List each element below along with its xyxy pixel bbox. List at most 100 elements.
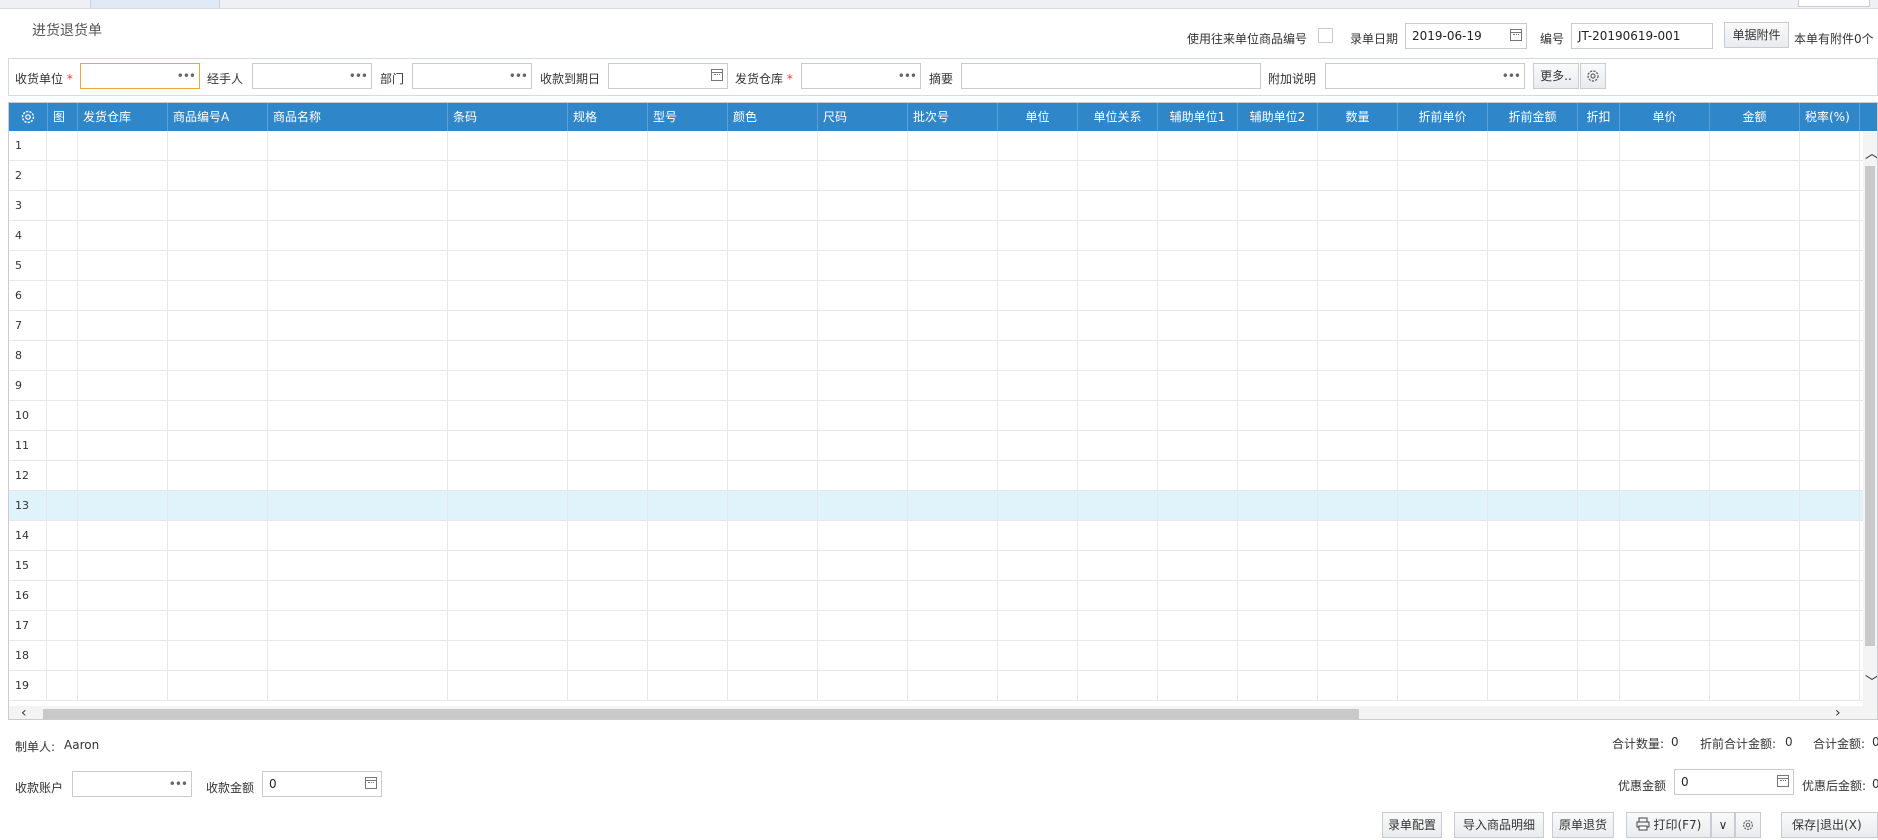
grid-cell[interactable] <box>1078 581 1158 611</box>
grid-cell[interactable] <box>1488 371 1578 401</box>
table-row[interactable]: 8 <box>9 341 1864 371</box>
grid-cell[interactable] <box>48 221 78 251</box>
print-dropdown-button[interactable]: ∨ <box>1711 812 1735 838</box>
grid-cell[interactable] <box>268 341 448 371</box>
attachment-button[interactable]: 单据附件 <box>1724 22 1789 48</box>
grid-cell[interactable] <box>168 521 268 551</box>
grid-cell[interactable] <box>998 221 1078 251</box>
grid-cell[interactable] <box>1078 251 1158 281</box>
grid-cell[interactable] <box>1710 341 1800 371</box>
grid-cell[interactable] <box>168 311 268 341</box>
grid-cell[interactable] <box>728 581 818 611</box>
column-header[interactable]: 颜色 <box>728 103 818 131</box>
grid-cell[interactable] <box>1238 191 1318 221</box>
tab-active[interactable] <box>90 0 220 8</box>
grid-cell[interactable] <box>1620 641 1710 671</box>
vertical-scroll-thumb[interactable] <box>1865 166 1875 646</box>
grid-cell[interactable] <box>1158 671 1238 701</box>
grid-cell[interactable] <box>48 551 78 581</box>
grid-cell[interactable] <box>1078 671 1158 701</box>
grid-cell[interactable] <box>448 131 568 161</box>
grid-cell[interactable] <box>728 371 818 401</box>
grid-cell[interactable] <box>998 641 1078 671</box>
column-header[interactable]: 辅助单位1 <box>1158 103 1238 131</box>
grid-cell[interactable] <box>648 671 728 701</box>
grid-cell[interactable] <box>1620 551 1710 581</box>
scroll-right-icon[interactable]: › <box>1835 706 1841 719</box>
grid-cell[interactable] <box>1620 401 1710 431</box>
grid-cell[interactable] <box>998 431 1078 461</box>
grid-cell[interactable] <box>648 281 728 311</box>
grid-cell[interactable] <box>818 191 908 221</box>
grid-cell[interactable] <box>1398 461 1488 491</box>
grid-cell[interactable] <box>1710 581 1800 611</box>
handler-input[interactable]: ••• <box>252 63 372 89</box>
grid-cell[interactable] <box>78 461 168 491</box>
table-row[interactable]: 9 <box>9 371 1864 401</box>
grid-cell[interactable] <box>648 311 728 341</box>
grid-cell[interactable] <box>1158 311 1238 341</box>
grid-cell[interactable] <box>1620 671 1710 701</box>
grid-cell[interactable] <box>908 191 998 221</box>
grid-cell[interactable] <box>78 521 168 551</box>
grid-cell[interactable] <box>818 161 908 191</box>
grid-cell[interactable] <box>648 161 728 191</box>
grid-cell[interactable] <box>48 281 78 311</box>
grid-cell[interactable] <box>728 491 818 521</box>
grid-cell[interactable] <box>648 371 728 401</box>
warehouse-input[interactable]: ••• <box>801 63 921 89</box>
grid-cell[interactable] <box>648 521 728 551</box>
grid-cell[interactable] <box>998 491 1078 521</box>
grid-cell[interactable] <box>168 461 268 491</box>
grid-cell[interactable] <box>908 251 998 281</box>
grid-cell[interactable] <box>48 671 78 701</box>
grid-cell[interactable] <box>908 131 998 161</box>
grid-cell[interactable] <box>1238 161 1318 191</box>
grid-cell[interactable] <box>448 221 568 251</box>
grid-cell[interactable] <box>1078 371 1158 401</box>
grid-cell[interactable] <box>1398 161 1488 191</box>
grid-cell[interactable] <box>1318 461 1398 491</box>
grid-cell[interactable] <box>1158 191 1238 221</box>
grid-cell[interactable] <box>1398 611 1488 641</box>
grid-cell[interactable] <box>818 251 908 281</box>
grid-cell[interactable] <box>1238 341 1318 371</box>
grid-cell[interactable] <box>1578 581 1620 611</box>
grid-cell[interactable] <box>168 371 268 401</box>
grid-cell[interactable] <box>268 251 448 281</box>
grid-cell[interactable] <box>1488 281 1578 311</box>
grid-cell[interactable] <box>48 461 78 491</box>
grid-cell[interactable] <box>1488 221 1578 251</box>
calendar-icon[interactable] <box>1510 29 1522 41</box>
grid-cell[interactable] <box>908 221 998 251</box>
grid-cell[interactable] <box>48 251 78 281</box>
grid-cell[interactable] <box>568 341 648 371</box>
grid-cell[interactable] <box>1620 161 1710 191</box>
grid-cell[interactable] <box>1800 551 1860 581</box>
grid-cell[interactable] <box>1398 491 1488 521</box>
grid-cell[interactable] <box>268 191 448 221</box>
summary-input[interactable] <box>961 63 1261 89</box>
grid-cell[interactable] <box>1398 311 1488 341</box>
grid-cell[interactable] <box>1398 281 1488 311</box>
grid-cell[interactable] <box>908 671 998 701</box>
grid-cell[interactable] <box>1238 281 1318 311</box>
grid-cell[interactable] <box>818 341 908 371</box>
grid-cell[interactable] <box>1620 221 1710 251</box>
grid-cell[interactable] <box>1800 191 1860 221</box>
grid-cell[interactable] <box>168 221 268 251</box>
grid-cell[interactable] <box>818 431 908 461</box>
grid-cell[interactable] <box>1488 401 1578 431</box>
grid-cell[interactable] <box>998 611 1078 641</box>
grid-cell[interactable] <box>1318 311 1398 341</box>
ellipsis-icon[interactable]: ••• <box>1502 64 1521 88</box>
ellipsis-icon[interactable]: ••• <box>349 64 368 88</box>
grid-cell[interactable] <box>1318 491 1398 521</box>
grid-cell[interactable] <box>1488 611 1578 641</box>
grid-cell[interactable] <box>998 581 1078 611</box>
grid-cell[interactable] <box>908 161 998 191</box>
filter-settings-button[interactable] <box>1580 63 1606 89</box>
grid-cell[interactable] <box>818 461 908 491</box>
grid-cell[interactable] <box>48 341 78 371</box>
grid-cell[interactable] <box>1318 551 1398 581</box>
